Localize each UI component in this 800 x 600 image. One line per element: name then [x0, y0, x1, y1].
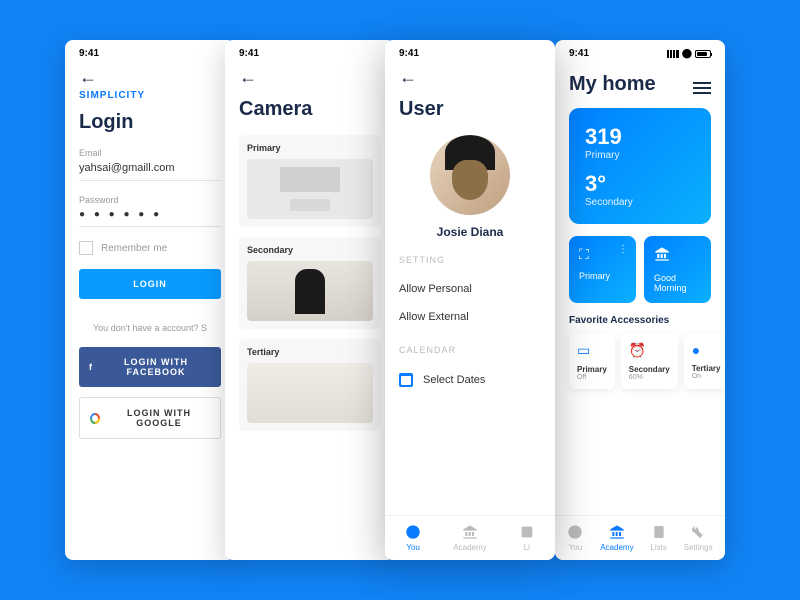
- status-bar: 9:41 ⬤: [555, 40, 725, 63]
- back-icon[interactable]: ←: [399, 67, 541, 88]
- fav-tertiary[interactable]: ● Tertiary On: [684, 334, 725, 389]
- login-screen: 9:41 ← SIMPLICITY Login Email yahsai@gma…: [65, 40, 235, 560]
- nav-you[interactable]: You: [567, 524, 583, 552]
- fav-primary[interactable]: ▭ Primary Off: [569, 334, 615, 389]
- wallet-icon: ▭: [577, 342, 607, 359]
- nav-lists[interactable]: Lists: [650, 524, 666, 552]
- list-icon: [651, 524, 667, 540]
- status-icons: ⬤: [667, 48, 711, 59]
- no-account-text[interactable]: You don't have a account? S: [79, 323, 221, 333]
- hero-label-1: Primary: [585, 150, 695, 161]
- back-icon[interactable]: ←: [239, 67, 381, 88]
- calendar-icon: [399, 373, 413, 387]
- camera-preview: [247, 159, 373, 219]
- section-label: CALENDAR: [399, 345, 541, 355]
- google-login-button[interactable]: LOGIN WITH GOOGLE: [79, 397, 221, 439]
- nav-settings[interactable]: Settings: [684, 524, 713, 552]
- status-time: 9:41: [399, 48, 419, 59]
- setting-allow-personal[interactable]: Allow Personal: [399, 275, 541, 303]
- section-label: SETTING: [399, 255, 541, 265]
- tile-primary[interactable]: ⋮ ⛶ Primary: [569, 236, 636, 303]
- email-label: Email: [79, 148, 221, 158]
- hero-label-2: Secondary: [585, 197, 695, 208]
- facebook-login-button[interactable]: f LOGIN WITH FACEBOOK: [79, 347, 221, 387]
- bank-icon: [654, 246, 701, 265]
- camera-card-secondary[interactable]: Secondary: [239, 237, 381, 329]
- remember-checkbox[interactable]: [79, 241, 93, 255]
- remember-row[interactable]: Remember me: [79, 241, 221, 255]
- camera-screen: 9:41 ← Camera Primary Secondary Tertiary: [225, 40, 395, 560]
- wrench-icon: [690, 524, 706, 540]
- camera-preview: [247, 261, 373, 321]
- tile-morning[interactable]: Good Morning: [644, 236, 711, 303]
- page-title: My home: [569, 73, 656, 96]
- face-icon: [567, 524, 583, 540]
- hero-card[interactable]: 319 Primary 3° Secondary: [569, 108, 711, 224]
- status-time: 9:41: [239, 48, 259, 59]
- back-icon[interactable]: ←: [79, 67, 221, 88]
- nav-you[interactable]: You: [405, 524, 421, 552]
- password-field[interactable]: ● ● ● ● ● ●: [79, 209, 221, 227]
- status-bar: 9:41: [385, 40, 555, 63]
- clock-icon: ⏰: [629, 342, 670, 359]
- status-bar: 9:41: [65, 40, 235, 63]
- fav-secondary[interactable]: ⏰ Secondary 60%: [621, 334, 678, 389]
- user-name: Josie Diana: [399, 225, 541, 239]
- status-time: 9:41: [79, 48, 99, 59]
- wifi-icon: ⬤: [682, 48, 692, 59]
- bottom-nav: You Academy Li: [385, 515, 555, 560]
- camera-card-primary[interactable]: Primary: [239, 135, 381, 227]
- face-icon: [405, 524, 421, 540]
- calendar-select-dates[interactable]: Select Dates: [399, 365, 541, 395]
- person-icon: ●: [692, 342, 721, 358]
- favorites-label: Favorite Accessories: [569, 315, 711, 326]
- facebook-icon: f: [89, 362, 93, 372]
- status-time: 9:41: [569, 48, 589, 59]
- email-field[interactable]: yahsai@gmaill.com: [79, 162, 221, 181]
- bank-icon: [462, 524, 478, 540]
- google-icon: [90, 413, 100, 424]
- page-title: User: [399, 98, 541, 121]
- nav-academy[interactable]: Academy: [453, 524, 486, 552]
- camera-preview: [247, 363, 373, 423]
- nav-lists[interactable]: Li: [519, 524, 535, 552]
- setting-allow-external[interactable]: Allow External: [399, 303, 541, 331]
- password-label: Password: [79, 195, 221, 205]
- hero-value-2: 3°: [585, 171, 695, 197]
- page-title: Login: [79, 111, 221, 134]
- list-icon: [519, 524, 535, 540]
- battery-icon: [695, 50, 711, 58]
- signal-icon: [667, 50, 679, 58]
- user-avatar[interactable]: [430, 135, 510, 215]
- login-button[interactable]: LOGIN: [79, 269, 221, 299]
- bank-icon: [609, 524, 625, 540]
- status-bar: 9:41: [225, 40, 395, 63]
- menu-icon[interactable]: [693, 82, 711, 94]
- remember-label: Remember me: [101, 243, 167, 254]
- more-icon[interactable]: ⋮: [618, 244, 628, 255]
- hero-value-1: 319: [585, 124, 695, 150]
- nav-academy[interactable]: Academy: [600, 524, 633, 552]
- brand-label: SIMPLICITY: [79, 90, 221, 101]
- camera-card-tertiary[interactable]: Tertiary: [239, 339, 381, 431]
- user-screen: 9:41 ← User Josie Diana SETTING Allow Pe…: [385, 40, 555, 560]
- bottom-nav: You Academy Lists Settings: [555, 515, 725, 560]
- page-title: Camera: [239, 98, 381, 121]
- home-screen: 9:41 ⬤ My home 319 Primary 3° Secondary …: [555, 40, 725, 560]
